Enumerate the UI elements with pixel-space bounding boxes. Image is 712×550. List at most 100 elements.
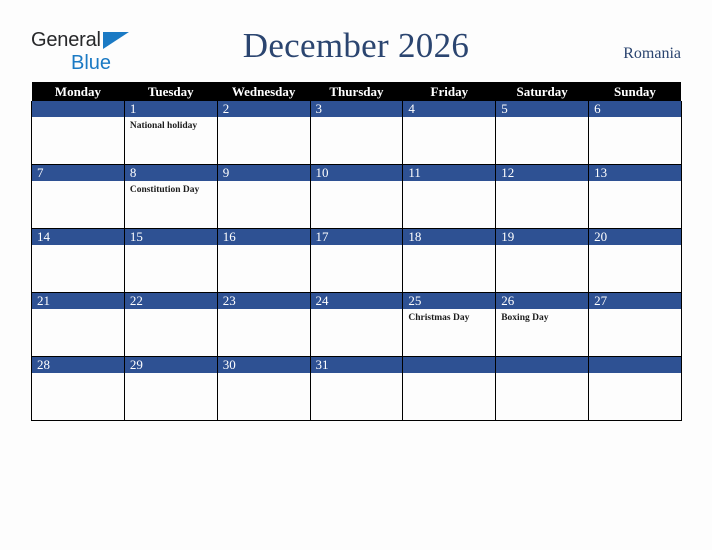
day-events: [32, 117, 124, 120]
calendar-day-cell[interactable]: 21: [31, 292, 125, 357]
day-events: [32, 373, 124, 376]
day-number: 11: [403, 165, 496, 181]
day-events: [125, 245, 217, 248]
day-events: [311, 181, 403, 184]
country-label: Romania: [623, 45, 681, 62]
calendar-day-cell[interactable]: 27: [588, 292, 682, 357]
calendar-day-cell[interactable]: 6: [588, 101, 682, 165]
day-events: National holiday: [125, 117, 217, 132]
day-number: 6: [589, 101, 681, 117]
day-number: 9: [217, 165, 310, 181]
day-events: [218, 309, 310, 312]
day-number: 8: [124, 165, 217, 181]
day-cell-inner: 29: [124, 357, 217, 420]
calendar-day-cell[interactable]: 9: [216, 164, 311, 229]
calendar-day-cell[interactable]: [402, 356, 497, 421]
calendar-day-cell[interactable]: 2: [216, 101, 311, 165]
calendar-body: 1 National holiday 2 3 4 5 6 7 8 Constitution Day…: [31, 101, 682, 421]
day-number: 7: [32, 165, 124, 181]
day-number: 23: [217, 293, 310, 309]
calendar-day-cell[interactable]: 8 Constitution Day: [123, 164, 218, 229]
day-number: 2: [217, 101, 310, 117]
calendar-day-cell[interactable]: 3: [309, 101, 404, 165]
holiday-event-label: Constitution Day: [129, 185, 200, 195]
calendar-day-cell[interactable]: 30: [216, 356, 311, 421]
calendar-day-cell[interactable]: 26 Boxing Day: [495, 292, 590, 357]
day-cell-inner: [32, 101, 124, 164]
weekday-header-thursday: Thursday: [310, 82, 403, 101]
day-cell-inner: 5: [496, 101, 589, 164]
weekday-header-monday: Monday: [31, 82, 125, 101]
day-cell-inner: 27: [589, 293, 681, 356]
calendar-day-cell[interactable]: 17: [309, 228, 404, 293]
holiday-event-label: Boxing Day: [501, 313, 549, 323]
calendar-day-cell[interactable]: 31: [309, 356, 404, 421]
day-number: 21: [32, 293, 124, 309]
calendar-day-cell[interactable]: 25 Christmas Day: [402, 292, 497, 357]
day-events: [32, 181, 124, 184]
calendar-day-cell[interactable]: 7: [31, 164, 125, 229]
day-events: [496, 373, 588, 376]
holiday-event-label: National holiday: [129, 121, 198, 131]
day-number: 16: [217, 229, 310, 245]
calendar-day-cell[interactable]: [495, 356, 590, 421]
day-events: [218, 117, 310, 120]
day-cell-inner: 10: [310, 165, 403, 228]
day-cell-inner: 13: [589, 165, 681, 228]
calendar-day-cell[interactable]: 16: [216, 228, 311, 293]
calendar-day-cell[interactable]: 10: [309, 164, 404, 229]
day-number: 28: [32, 357, 124, 373]
day-cell-inner: 2: [217, 101, 310, 164]
day-number: [589, 357, 681, 373]
day-cell-inner: 18: [403, 229, 496, 292]
day-events: [589, 245, 681, 248]
day-cell-inner: 12: [496, 165, 589, 228]
day-events: [589, 309, 681, 312]
day-cell-inner: 30: [217, 357, 310, 420]
calendar-day-cell[interactable]: [31, 101, 125, 165]
calendar-page: General Blue December 2026 Romania Monda…: [0, 0, 712, 550]
calendar-day-cell[interactable]: 18: [402, 228, 497, 293]
calendar-day-cell[interactable]: 29: [123, 356, 218, 421]
day-cell-inner: 28: [32, 357, 124, 420]
day-cell-inner: 22: [124, 293, 217, 356]
day-cell-inner: 1 National holiday: [124, 101, 217, 164]
day-cell-inner: 20: [589, 229, 681, 292]
day-number: [403, 357, 496, 373]
calendar-day-cell[interactable]: 23: [216, 292, 311, 357]
calendar-day-cell[interactable]: 19: [495, 228, 590, 293]
calendar-day-cell[interactable]: 4: [402, 101, 497, 165]
day-cell-inner: 24: [310, 293, 403, 356]
weekday-header-saturday: Saturday: [495, 82, 589, 101]
day-events: Christmas Day: [403, 309, 495, 324]
day-cell-inner: [403, 357, 496, 420]
day-number: 15: [124, 229, 217, 245]
day-number: 10: [310, 165, 403, 181]
day-events: Boxing Day: [496, 309, 588, 324]
day-cell-inner: 8 Constitution Day: [124, 165, 217, 228]
day-events: [125, 309, 217, 312]
day-cell-inner: 19: [496, 229, 589, 292]
day-number: 14: [32, 229, 124, 245]
day-events: [496, 117, 588, 120]
calendar-day-cell[interactable]: 22: [123, 292, 218, 357]
calendar-day-cell[interactable]: 14: [31, 228, 125, 293]
day-number: 5: [496, 101, 589, 117]
day-number: 30: [217, 357, 310, 373]
calendar-week-row: 1 National holiday 2 3 4 5 6: [31, 101, 682, 165]
calendar-day-cell[interactable]: 24: [309, 292, 404, 357]
calendar-day-cell[interactable]: 12: [495, 164, 590, 229]
calendar-day-cell[interactable]: 28: [31, 356, 125, 421]
calendar-day-cell[interactable]: 15: [123, 228, 218, 293]
calendar-day-cell[interactable]: [588, 356, 682, 421]
day-cell-inner: 6: [589, 101, 681, 164]
calendar-day-cell[interactable]: 11: [402, 164, 497, 229]
weekday-header-tuesday: Tuesday: [124, 82, 218, 101]
day-events: [311, 117, 403, 120]
calendar-day-cell[interactable]: 20: [588, 228, 682, 293]
calendar-day-cell[interactable]: 5: [495, 101, 590, 165]
calendar-day-cell[interactable]: 13: [588, 164, 682, 229]
calendar-day-cell[interactable]: 1 National holiday: [123, 101, 218, 165]
day-events: [125, 373, 217, 376]
day-events: [403, 181, 495, 184]
